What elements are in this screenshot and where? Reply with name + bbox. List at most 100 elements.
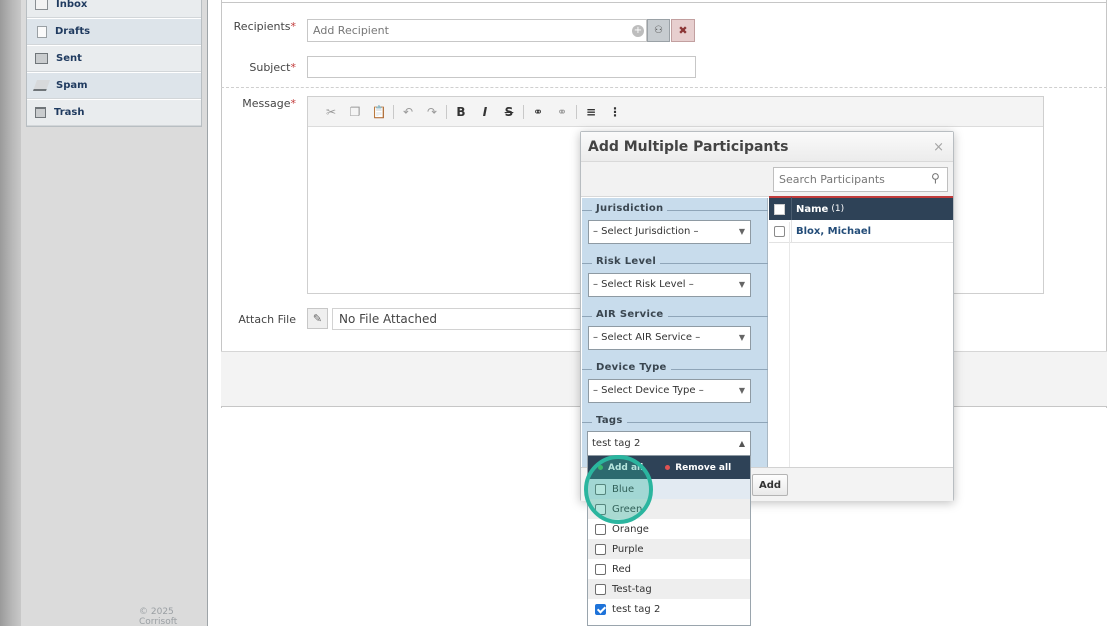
group-icon: ⚇ [654,25,663,36]
bulleted-list-icon[interactable]: ⋮ [604,102,626,122]
remove-all-label: Remove all [675,462,732,473]
message-label: Message* [216,97,296,110]
bold-icon[interactable]: B [450,102,472,122]
italic-icon[interactable]: I [474,102,496,122]
air-service-legend: AIR Service [582,309,768,323]
tag-option-test-tag-2[interactable]: test tag 2 [588,599,750,619]
results-header: Name (1) [769,196,953,221]
subject-input[interactable] [307,56,696,78]
attached-file-name: No File Attached [332,308,592,330]
tag-checkbox-checked[interactable] [595,603,606,615]
tag-option-red[interactable]: Red [588,559,750,579]
name-column-header[interactable]: Name [796,204,828,215]
sidebar-item-label: Drafts [55,26,91,37]
tag-checkbox[interactable] [595,523,606,535]
add-all-icon [598,465,603,470]
recipients-label: Recipients* [216,20,296,33]
link-icon[interactable]: ⚭ [527,102,549,122]
unlink-icon[interactable]: ⚭ [551,102,573,122]
device-type-legend: Device Type [582,362,768,376]
sidebar-item-inbox[interactable]: Inbox [27,0,201,18]
jurisdiction-legend-text: Jurisdiction [592,203,668,214]
strikethrough-icon[interactable]: S [498,102,520,122]
search-icon[interactable]: ⚲ [931,171,940,185]
cut-icon[interactable]: ✂ [320,102,342,122]
add-all-button[interactable]: Add all [598,463,643,473]
sidebar-item-sent[interactable]: Sent [27,45,201,72]
sidebar-item-drafts[interactable]: Drafts [27,18,201,45]
tag-checkbox[interactable] [595,483,606,495]
add-all-label: Add all [608,462,644,473]
divider [221,87,1107,88]
risk-level-select-value: – Select Risk Level – [593,279,694,290]
mail-folder-nav: Inbox Drafts Sent Spam Trash [26,0,202,127]
table-row[interactable]: Blox, Michael [769,219,953,243]
device-type-select[interactable]: – Select Device Type – ▼ [588,379,751,403]
tags-legend: Tags [582,415,768,429]
row-checkbox[interactable] [774,225,785,237]
jurisdiction-select[interactable]: – Select Jurisdiction – ▼ [588,220,751,244]
tag-option-test-tag[interactable]: Test-tag [588,579,750,599]
add-multiple-participants-button[interactable]: ⚇ [647,19,670,42]
remove-all-icon [665,465,671,470]
tag-option-label: test tag 2 [612,603,661,615]
editor-toolbar: ✂ ❐ 📋 ↶ ↷ B I S ⚭ ⚭ ≡ ⋮ [308,97,1043,127]
attach-file-label: Attach File [238,313,296,326]
sidebar-item-spam[interactable]: Spam [27,72,201,99]
sidebar-item-label: Trash [54,107,85,118]
close-icon[interactable]: × [933,140,944,155]
undo-icon[interactable]: ↶ [397,102,419,122]
required-mark: * [290,97,297,110]
paperclip-icon: ✎ [312,312,323,325]
chevron-down-icon: ▼ [738,280,745,289]
tag-checkbox[interactable] [595,563,606,575]
tags-select[interactable]: test tag 2 ▲ [587,431,751,456]
inbox-icon [35,0,48,10]
required-mark: * [290,61,297,74]
chevron-up-icon: ▲ [738,439,745,448]
copy-icon[interactable]: ❐ [344,102,366,122]
modal-header: Add Multiple Participants [581,132,953,162]
spam-icon [32,80,51,91]
redo-icon[interactable]: ↷ [421,102,443,122]
jurisdiction-legend: Jurisdiction [582,203,768,217]
tag-checkbox[interactable] [595,503,606,515]
close-icon: ✖ [678,24,688,37]
clear-recipients-button[interactable]: ✖ [671,19,695,42]
tag-option-label: Test-tag [612,583,652,595]
air-service-select[interactable]: – Select AIR Service – ▼ [588,326,751,350]
toolbar-separator [446,104,447,119]
participant-search-input[interactable]: Search Participants [773,167,948,192]
risk-level-select[interactable]: – Select Risk Level – ▼ [588,273,751,297]
required-mark: * [290,20,297,33]
numbered-list-icon[interactable]: ≡ [580,102,602,122]
sidebar-item-trash[interactable]: Trash [27,99,201,126]
participant-name[interactable]: Blox, Michael [796,226,871,237]
copyright-text: © 2025 Corrisoft [139,607,178,626]
attach-file-button[interactable]: ✎ [307,308,328,329]
modal-search-row: Search Participants ⚲ [581,162,953,197]
tag-checkbox[interactable] [595,583,606,595]
tag-option-green[interactable]: Green [588,499,750,519]
sidebar-item-label: Spam [56,80,88,91]
tag-option-blue[interactable]: Blue [588,479,750,499]
tags-legend-text: Tags [592,415,627,426]
toolbar-separator [393,104,394,119]
column-divider [791,197,792,221]
device-type-legend-text: Device Type [592,362,671,373]
paste-icon[interactable]: 📋 [368,102,390,122]
results-count: (1) [831,204,845,214]
recipients-input[interactable]: Add Recipient [307,19,647,42]
sidebar-item-label: Sent [56,53,82,64]
toolbar-separator [576,104,577,119]
remove-all-button[interactable]: Remove all [665,463,731,473]
select-all-checkbox[interactable] [774,203,785,215]
tag-option-orange[interactable]: Orange [588,519,750,539]
chevron-down-icon: ▼ [738,227,745,236]
filter-pane: Jurisdiction – Select Jurisdiction – ▼ R… [582,198,768,467]
add-button[interactable]: Add [752,474,788,496]
toolbar-separator [523,104,524,119]
tag-checkbox[interactable] [595,543,606,555]
tag-option-purple[interactable]: Purple [588,539,750,559]
add-recipient-icon[interactable]: + [632,25,644,37]
